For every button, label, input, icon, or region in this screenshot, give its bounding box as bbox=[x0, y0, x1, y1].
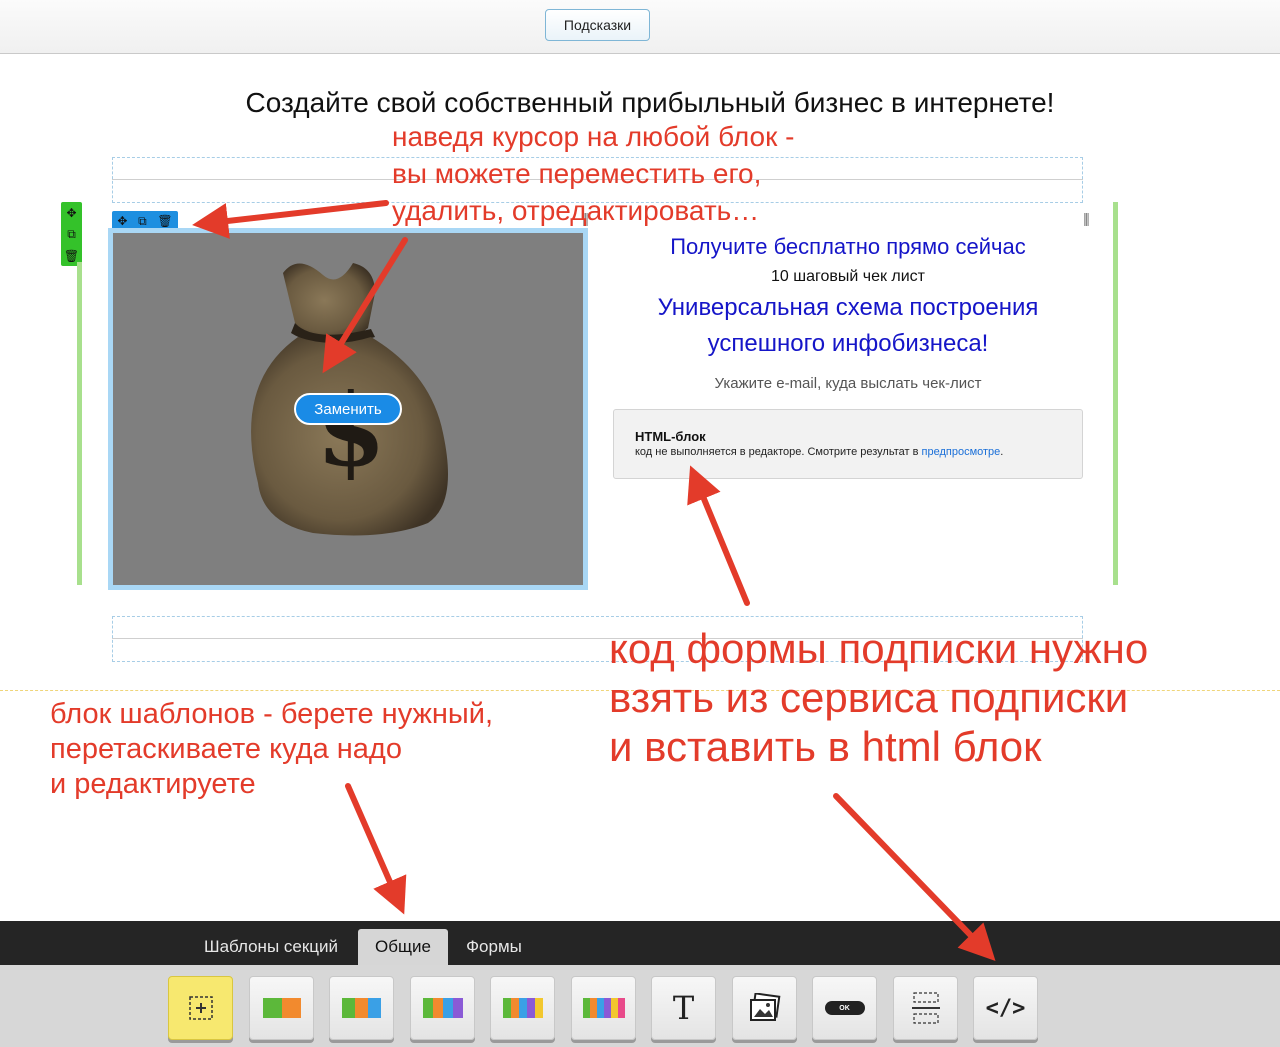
html-block-desc-text: код не выполняется в редакторе. Смотрите… bbox=[635, 446, 922, 458]
annotation-note-templates: блок шаблонов - берете нужный, перетаски… bbox=[50, 697, 493, 802]
annotation-note-hover: наведя курсор на любой блок - вы можете … bbox=[392, 118, 794, 229]
button-tool[interactable]: OK bbox=[812, 976, 877, 1040]
trash-icon[interactable]: 🗑 bbox=[157, 214, 172, 228]
text-icon: T bbox=[672, 989, 695, 1027]
annotation-line: вы можете переместить его, bbox=[392, 158, 762, 189]
html-block[interactable]: HTML-блок код не выполняется в редакторе… bbox=[613, 409, 1083, 479]
html-block-description: код не выполняется в редакторе. Смотрите… bbox=[635, 446, 1061, 458]
offer-title[interactable]: Получите бесплатно прямо сейчас bbox=[613, 234, 1083, 260]
html-code-tool[interactable]: </> bbox=[973, 976, 1038, 1040]
divider-tool[interactable] bbox=[893, 976, 958, 1040]
add-section-tool[interactable] bbox=[168, 976, 233, 1040]
four-columns-icon bbox=[422, 998, 463, 1018]
replace-image-button[interactable]: Заменить bbox=[294, 393, 402, 425]
column-resize-handle[interactable]: ||| bbox=[1083, 210, 1090, 226]
page-headline[interactable]: Создайте свой собственный прибыльный биз… bbox=[100, 87, 1200, 119]
two-columns-tool[interactable] bbox=[249, 976, 314, 1040]
text-tool[interactable]: T bbox=[651, 976, 716, 1040]
arrow-to-general-tab bbox=[345, 783, 407, 915]
email-prompt[interactable]: Укажите e-mail, куда выслать чек-лист bbox=[613, 375, 1083, 392]
divider-icon bbox=[911, 992, 940, 1024]
tab-general[interactable]: Общие bbox=[358, 929, 448, 965]
section-right-rail[interactable] bbox=[1113, 202, 1118, 585]
six-columns-icon bbox=[582, 998, 625, 1018]
section-left-rail[interactable] bbox=[77, 262, 82, 585]
annotation-note-form: код формы подписки нужно взять из сервис… bbox=[609, 624, 1148, 771]
move-icon[interactable]: ✥ bbox=[117, 214, 127, 228]
offer-main-text[interactable]: Универсальная схема построения успешного… bbox=[613, 290, 1083, 362]
trash-icon[interactable]: 🗑 bbox=[64, 249, 79, 263]
annotation-line: и вставить в html блок bbox=[609, 723, 1042, 770]
annotation-line: блок шаблонов - берете нужный, bbox=[50, 698, 494, 730]
annotation-line: взять из сервиса подписки bbox=[609, 674, 1129, 721]
five-columns-tool[interactable] bbox=[490, 976, 555, 1040]
three-columns-icon bbox=[342, 998, 381, 1018]
add-section-icon bbox=[188, 996, 213, 1020]
tab-forms[interactable]: Формы bbox=[454, 929, 534, 965]
five-columns-icon bbox=[502, 998, 543, 1018]
annotation-line: перетаскиваете куда надо bbox=[50, 733, 402, 765]
button-icon: OK bbox=[824, 1001, 865, 1015]
top-bar: Подсказки bbox=[0, 0, 1280, 54]
copy-icon[interactable]: ⧉ bbox=[67, 227, 76, 242]
offer-main-line: Универсальная схема построения bbox=[657, 294, 1039, 321]
annotation-line: и редактируете bbox=[50, 768, 256, 800]
offer-main-line: успешного инфобизнеса! bbox=[707, 330, 989, 357]
image-icon bbox=[749, 993, 780, 1021]
two-columns-icon bbox=[262, 998, 301, 1018]
offer-subtitle[interactable]: 10 шаговый чек лист bbox=[613, 268, 1083, 286]
annotation-line: наведя курсор на любой блок - bbox=[392, 121, 795, 152]
arrow-to-html-block bbox=[687, 465, 750, 606]
section-toolbar: ✥ ⧉ 🗑 bbox=[61, 202, 82, 266]
image-tool[interactable] bbox=[732, 976, 797, 1040]
annotation-line: код формы подписки нужно bbox=[609, 625, 1149, 672]
four-columns-tool[interactable] bbox=[410, 976, 475, 1040]
svg-text:$: $ bbox=[316, 371, 386, 489]
tab-section-templates[interactable]: Шаблоны секций bbox=[190, 929, 352, 965]
annotation-line: удалить, отредактировать… bbox=[392, 195, 760, 226]
three-columns-tool[interactable] bbox=[329, 976, 394, 1040]
copy-icon[interactable]: ⧉ bbox=[138, 214, 147, 229]
move-icon[interactable]: ✥ bbox=[66, 206, 76, 220]
html-block-title: HTML-блок bbox=[635, 429, 706, 444]
hints-button[interactable]: Подсказки bbox=[545, 9, 650, 41]
arrow-to-block-toolbar bbox=[192, 200, 389, 239]
six-columns-tool[interactable] bbox=[571, 976, 636, 1040]
html-block-desc-period: . bbox=[1000, 446, 1004, 458]
code-icon: </> bbox=[985, 995, 1026, 1021]
preview-link[interactable]: предпросмотре bbox=[922, 446, 1001, 458]
